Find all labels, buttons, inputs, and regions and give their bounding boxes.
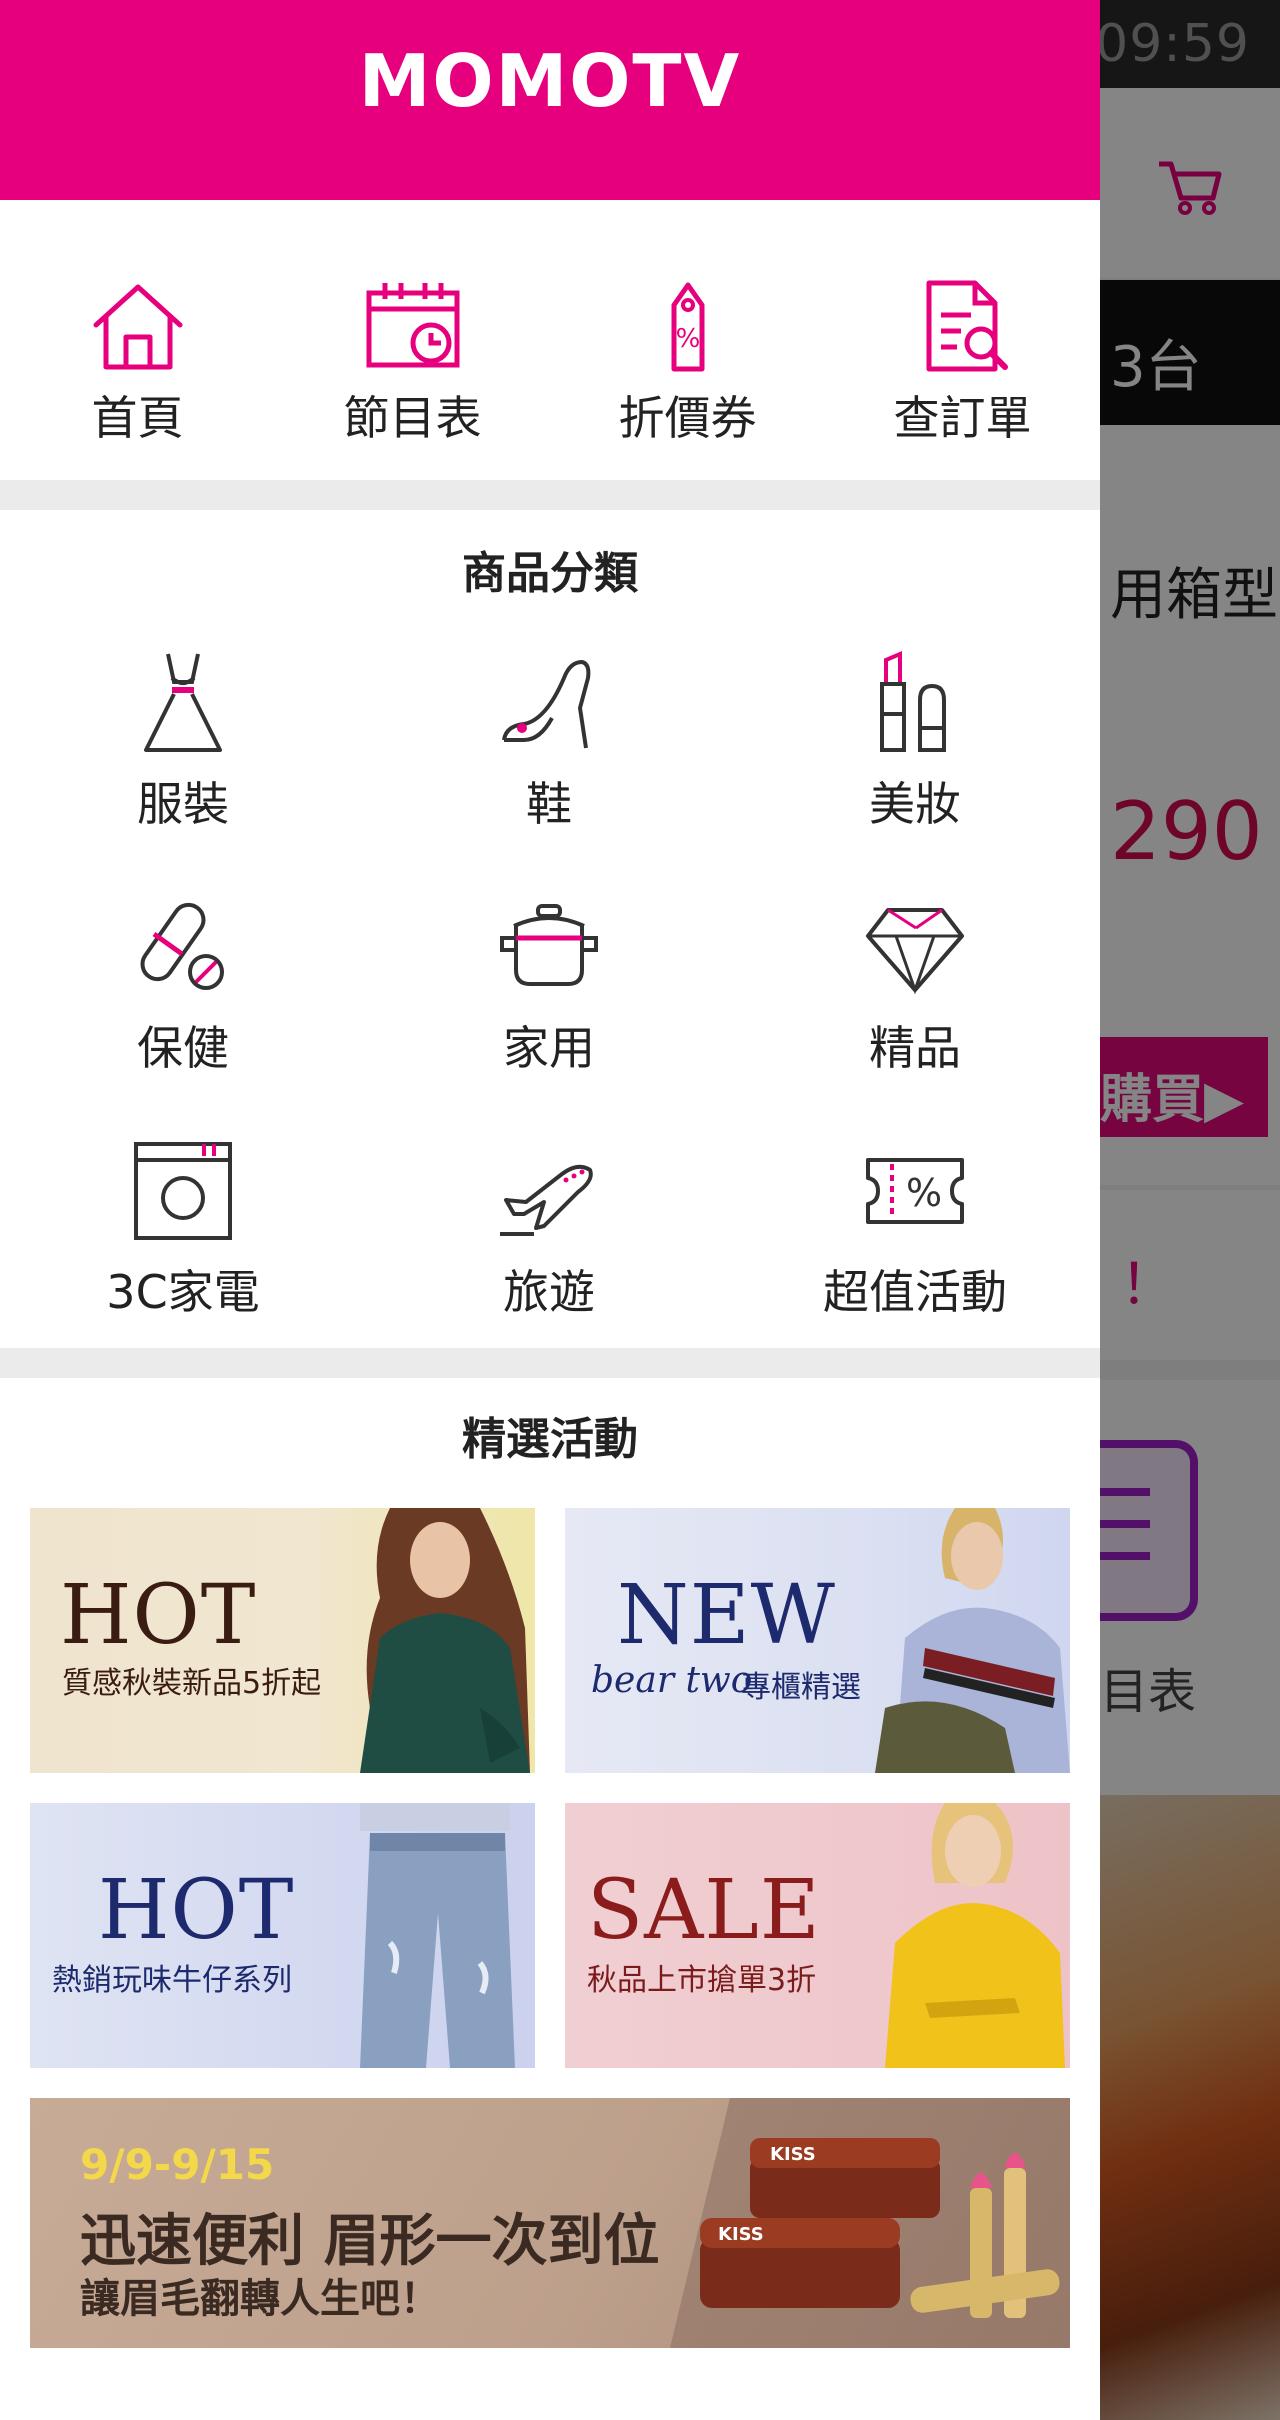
- jeans-photo: [360, 1803, 515, 2068]
- nav-orders-label: 查訂單: [893, 391, 1032, 445]
- promo-banner-sale[interactable]: SALE 秋品上市搶單3折: [565, 1803, 1070, 2068]
- category-apparel[interactable]: 服裝: [0, 648, 366, 892]
- category-shoes[interactable]: 鞋: [366, 648, 732, 892]
- model-photo: [885, 1803, 1065, 2068]
- diamond-icon: [866, 908, 964, 995]
- banner-subtitle: 秋品上市搶單3折: [587, 1963, 817, 1998]
- category-travel[interactable]: 旅遊: [366, 1136, 732, 1380]
- navigation-drawer: MOMOTV 首頁 節目表 % 折價券 查訂單 商品分類 服裝 鞋 美妝 保健 …: [0, 0, 1100, 2420]
- category-shoes-label: 鞋: [526, 777, 572, 831]
- promo-banner-autumn-wear[interactable]: HOT 質感秋裝新品5折起: [30, 1508, 535, 1773]
- svg-text:%: %: [675, 324, 700, 354]
- category-home-label: 家用: [503, 1021, 595, 1075]
- model-photo: [875, 1508, 1070, 1773]
- banner-date: 9/9-9/15: [80, 2140, 275, 2189]
- quick-nav: 首頁 節目表 % 折價券 查訂單: [0, 200, 1100, 480]
- featured-section: 精選活動 HOT 質感秋裝新品5折起 NEW bear two 專櫃精選 HOT…: [0, 1378, 1100, 2418]
- banner-headline: HOT: [98, 1863, 295, 1958]
- category-deals-label: 超值活動: [823, 1265, 1007, 1319]
- category-health-label: 保健: [137, 1021, 229, 1075]
- home-icon: [93, 284, 182, 370]
- category-home[interactable]: 家用: [366, 892, 732, 1136]
- percent-ticket-icon: %: [866, 1158, 964, 1224]
- airplane-icon: [500, 1164, 593, 1236]
- pot-icon: [500, 904, 598, 986]
- product-label: KISS: [718, 2224, 764, 2245]
- category-apparel-label: 服裝: [137, 777, 229, 831]
- banner-headline: 迅速便利 眉形一次到位: [80, 2209, 660, 2274]
- category-grid: 服裝 鞋 美妝 保健 家用 精品 3C家電 旅遊 % 超值活動: [0, 648, 1100, 1380]
- category-title: 商品分類: [462, 548, 638, 599]
- banner-subtitle: 熱銷玩味牛仔系列: [52, 1963, 292, 1998]
- calendar-clock-icon: [366, 283, 459, 368]
- product-photo: KISS KISS: [670, 2098, 1070, 2348]
- banner-headline: HOT: [60, 1568, 257, 1663]
- high-heel-icon: [502, 660, 591, 749]
- banner-headline: NEW: [617, 1568, 836, 1663]
- brand-text: MOMOTV: [359, 46, 742, 116]
- banner-headline: SALE: [587, 1863, 821, 1958]
- category-luxury[interactable]: 精品: [732, 892, 1098, 1136]
- banner-subtitle: 質感秋裝新品5折起: [62, 1666, 322, 1701]
- nav-schedule-label: 節目表: [343, 391, 482, 445]
- banner-subtitle: 專櫃精選: [741, 1670, 861, 1705]
- promo-banner-kiss-brow[interactable]: 9/9-9/15 迅速便利 眉形一次到位 讓眉毛翻轉人生吧！ KISS KISS: [30, 2098, 1070, 2348]
- category-travel-label: 旅遊: [503, 1265, 595, 1319]
- nav-schedule[interactable]: 節目表: [275, 200, 550, 480]
- pill-icon: [140, 902, 224, 990]
- nav-home-label: 首頁: [91, 391, 184, 445]
- banner-script-text: bear two: [591, 1660, 753, 1701]
- drawer-header: MOMOTV: [0, 0, 1100, 200]
- category-deals[interactable]: % 超值活動: [732, 1136, 1098, 1380]
- category-electronics[interactable]: 3C家電: [0, 1136, 366, 1380]
- order-search-icon: [926, 280, 1008, 372]
- category-luxury-label: 精品: [869, 1021, 961, 1075]
- product-label: KISS: [770, 2144, 816, 2165]
- dress-icon: [144, 653, 222, 752]
- model-photo: [360, 1508, 530, 1773]
- category-section: 商品分類 服裝 鞋 美妝 保健 家用 精品 3C家電 旅遊 % 超值活動: [0, 510, 1100, 1348]
- logo-wordmark: MOMOTV: [359, 39, 742, 123]
- category-electronics-label: 3C家電: [106, 1265, 260, 1319]
- category-cosmetics-label: 美妝: [869, 777, 961, 831]
- category-health[interactable]: 保健: [0, 892, 366, 1136]
- promo-banner-denim[interactable]: HOT 熱銷玩味牛仔系列: [30, 1803, 535, 2068]
- washing-machine-icon: [134, 1142, 232, 1240]
- nav-coupons-label: 折價券: [618, 391, 757, 445]
- momotv-logo: MOMOTV: [0, 39, 1100, 123]
- coupon-tag-icon: %: [671, 282, 704, 372]
- nav-coupons[interactable]: % 折價券: [550, 200, 825, 480]
- featured-title: 精選活動: [462, 1414, 638, 1465]
- section-divider: [0, 480, 1100, 510]
- nav-orders[interactable]: 查訂單: [825, 200, 1100, 480]
- promo-banner-bear-two[interactable]: NEW bear two 專櫃精選: [565, 1508, 1070, 1773]
- nav-home[interactable]: 首頁: [0, 200, 275, 480]
- category-cosmetics[interactable]: 美妝: [732, 648, 1098, 892]
- svg-text:%: %: [906, 1171, 942, 1215]
- banner-subtitle: 讓眉毛翻轉人生吧！: [80, 2276, 440, 2322]
- lipstick-icon: [880, 650, 946, 752]
